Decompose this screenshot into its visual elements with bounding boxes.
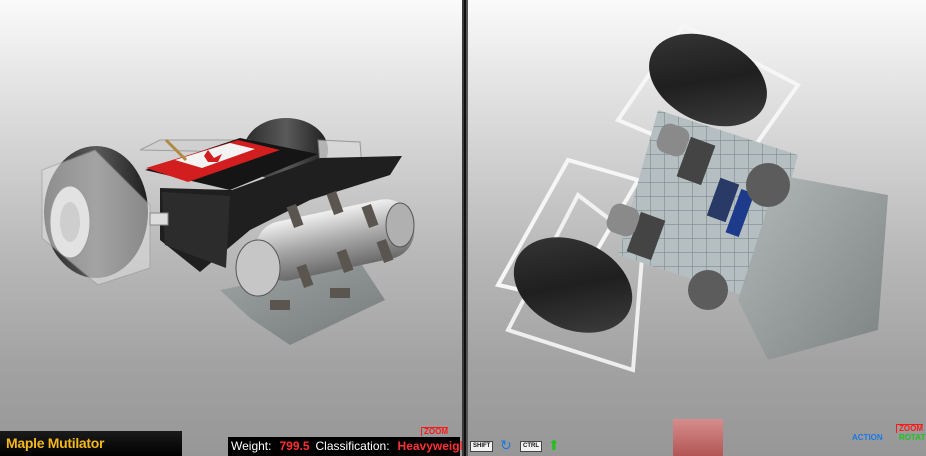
rotate-label[interactable]: ROTATE	[899, 433, 926, 442]
zoom-indicator[interactable]: ZOOM	[421, 427, 448, 436]
shift-key-hint: SHIFT	[470, 441, 494, 452]
robot-perspective-viewport[interactable]: Maple Mutilator ZOOM Weight: 799.5 Classif…	[0, 0, 464, 456]
robot-topdown-render	[494, 22, 888, 373]
robot-topdown-viewport[interactable]: SHIFT ↻ CTRL ⬆	[466, 0, 926, 456]
weight-label: Weight:	[231, 439, 272, 453]
right-zoom-indicator[interactable]: ZOOM	[896, 424, 923, 433]
weight-value: 799.5	[279, 439, 310, 453]
classification-value: Heavyweight	[397, 439, 464, 453]
robot-name-plate: Maple Mutilator	[0, 431, 182, 456]
action-label[interactable]: ACTION	[852, 433, 883, 442]
rotate-arrow-icon[interactable]: ↻	[500, 437, 512, 454]
up-arrow-icon[interactable]: ⬆	[548, 437, 560, 454]
ctrl-key-hint: CTRL	[520, 441, 542, 452]
game-logo-icon	[673, 419, 723, 456]
robot-3d-render	[41, 118, 415, 345]
classification-label: Classification:	[315, 439, 390, 453]
robot-stats-bar: Weight: 799.5 Classification: Heavyweight	[228, 437, 462, 456]
